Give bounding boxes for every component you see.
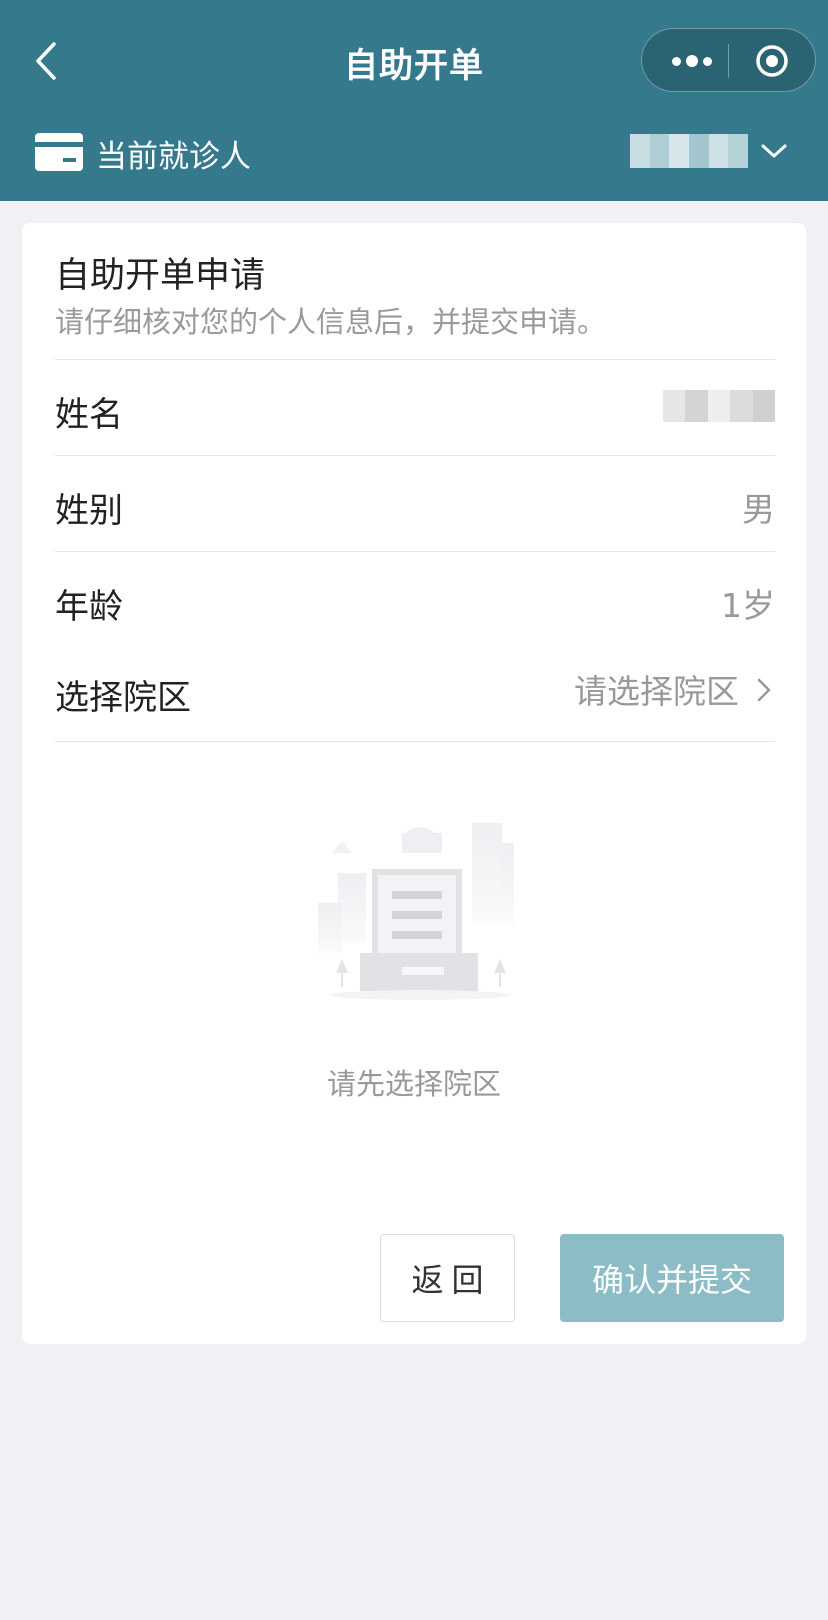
row-gender: 姓别 男 [55, 455, 775, 551]
campus-label: 选择院区 [55, 678, 191, 718]
age-label: 年龄 [55, 587, 123, 627]
name-value-blurred [663, 390, 776, 422]
form-subtitle: 请仔细核对您的个人信息后，并提交申请。 [55, 305, 607, 339]
gender-label: 姓别 [55, 491, 123, 531]
patient-name-blurred[interactable] [630, 134, 749, 168]
capsule-divider [728, 44, 729, 78]
form-title: 自助开单申请 [55, 256, 266, 296]
name-label: 姓名 [55, 395, 123, 435]
current-patient-label: 当前就诊人 [96, 139, 251, 175]
age-value: 1岁 [721, 586, 775, 625]
more-icon[interactable] [662, 29, 722, 93]
chevron-right-icon [753, 674, 775, 704]
close-target-icon[interactable] [752, 41, 792, 81]
campus-picker[interactable]: 请选择院区 [574, 665, 775, 713]
card-icon [35, 133, 83, 171]
submit-button[interactable]: 确认并提交 [560, 1234, 784, 1322]
application-card: 自助开单申请 请仔细核对您的个人信息后，并提交申请。 姓名 姓别 男 年龄 1岁… [22, 223, 806, 1344]
empty-state-illustration [308, 803, 538, 1003]
row-name: 姓名 [55, 359, 776, 455]
miniprogram-capsule [641, 28, 816, 92]
chevron-down-icon[interactable] [760, 140, 788, 162]
empty-state-text: 请先选择院区 [326, 1067, 501, 1101]
row-campus-select[interactable]: 选择院区 请选择院区 [55, 643, 775, 739]
campus-placeholder: 请选择院区 [574, 672, 739, 711]
gender-value: 男 [742, 490, 775, 529]
divider [55, 741, 775, 742]
back-button[interactable]: 返回 [380, 1234, 515, 1322]
row-age: 年龄 1岁 [55, 551, 775, 647]
top-header: 自助开单 当前就诊人 [0, 0, 828, 201]
